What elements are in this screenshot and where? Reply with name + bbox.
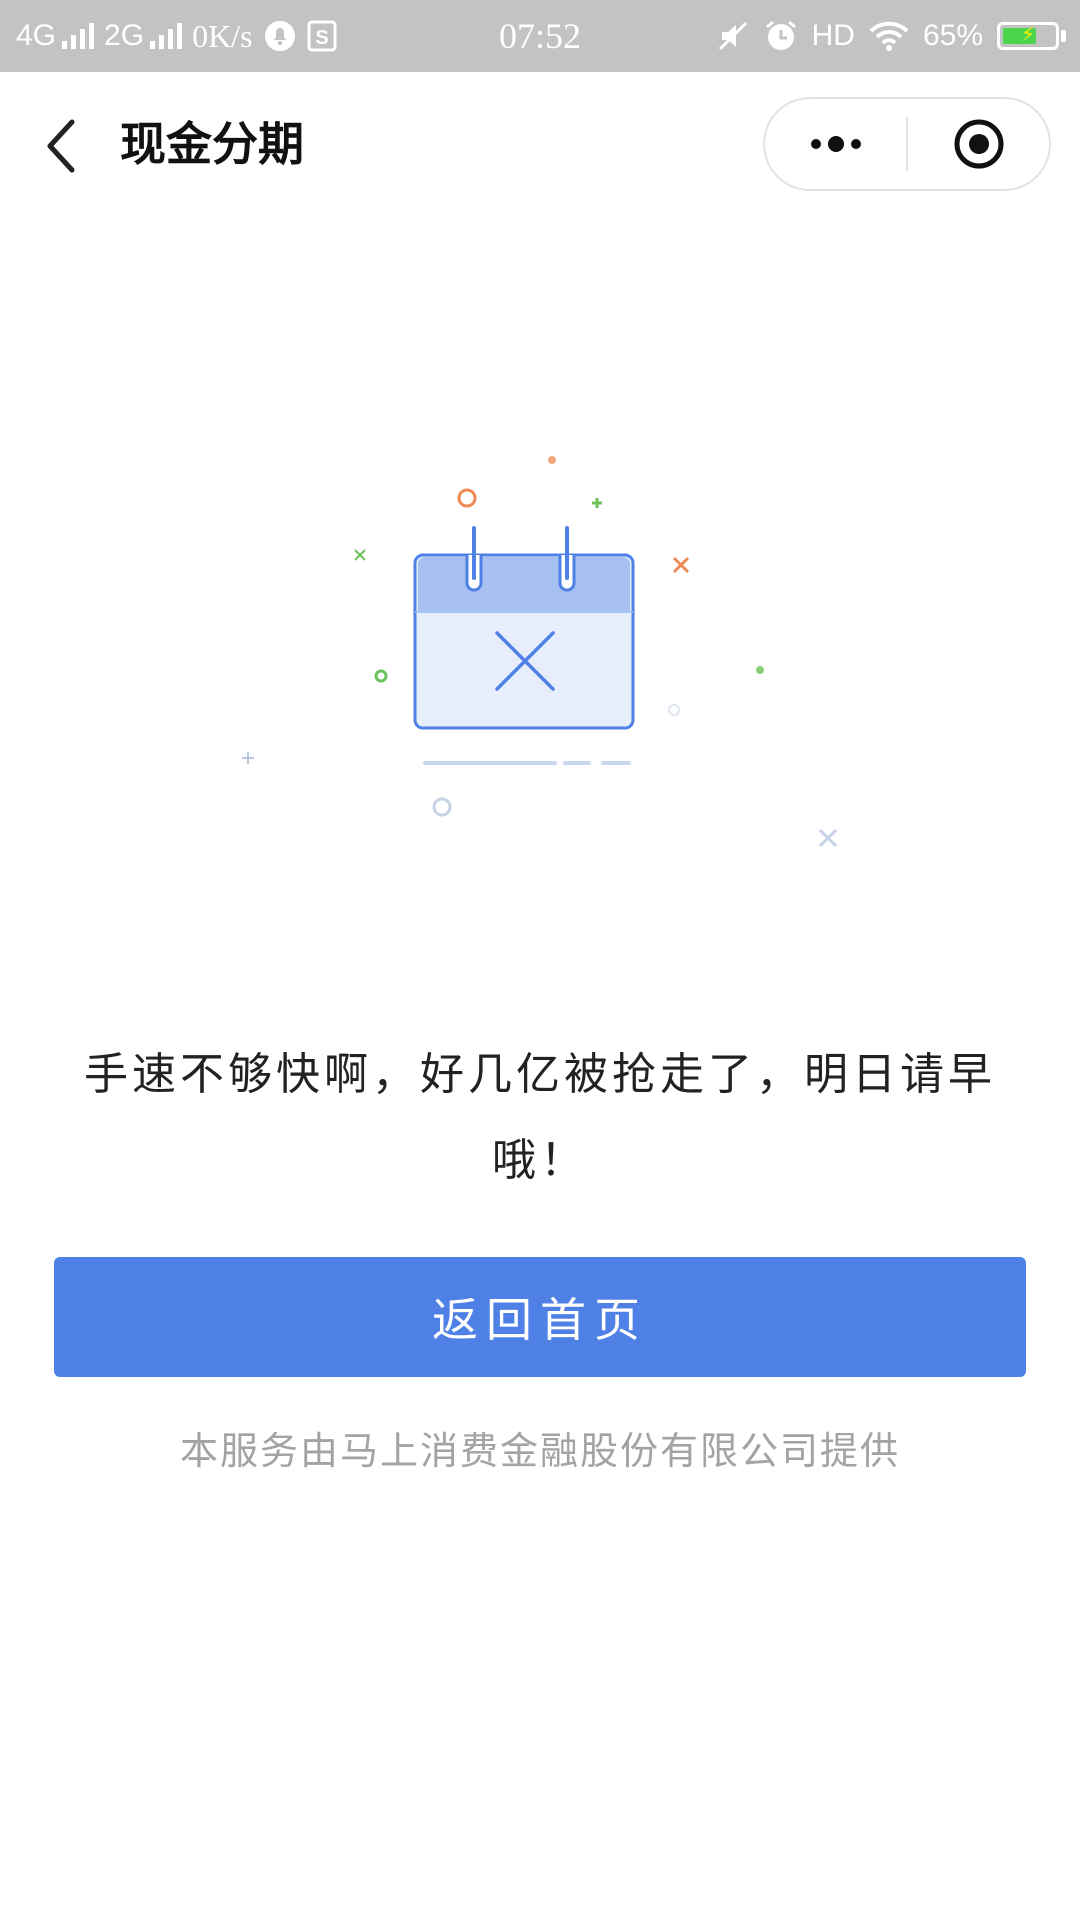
network-1-label: 4G bbox=[16, 19, 57, 52]
back-button[interactable] bbox=[30, 110, 90, 182]
decor-ring bbox=[432, 797, 452, 817]
svg-text:S: S bbox=[315, 27, 328, 49]
empty-state-message: 手速不够快啊，好几亿被抢走了，明日请早哦！ bbox=[84, 1049, 996, 1186]
decor-dot bbox=[756, 666, 764, 674]
back-arrow-icon bbox=[47, 119, 75, 173]
network-2: 2G bbox=[104, 19, 183, 53]
signal-bars-icon bbox=[62, 23, 95, 49]
status-bar: 4G 2G 0K/s S 07:52 HD 65% ⚡ bbox=[0, 0, 1080, 72]
decor-ring bbox=[374, 669, 388, 683]
wifi-icon bbox=[869, 21, 909, 51]
page-title: 现金分期 bbox=[120, 117, 304, 171]
more-dots-icon bbox=[810, 136, 861, 152]
return-home-button[interactable]: 返回首页 bbox=[54, 1257, 1026, 1377]
alarm-clock-icon bbox=[764, 19, 798, 53]
decor-cross bbox=[672, 556, 690, 574]
nav-bar: 现金分期 bbox=[0, 72, 1080, 218]
calendar-icon bbox=[413, 526, 635, 730]
status-right: HD 65% ⚡ bbox=[716, 0, 1066, 72]
decor-dot bbox=[548, 456, 556, 464]
decor-cross bbox=[354, 549, 366, 561]
decor-ring bbox=[668, 704, 680, 716]
mini-program-capsule bbox=[763, 97, 1051, 191]
decor-cross bbox=[818, 828, 838, 848]
close-target-icon bbox=[954, 119, 1003, 169]
more-button[interactable] bbox=[765, 99, 906, 189]
decor-ring bbox=[457, 488, 477, 508]
signal-bars-icon bbox=[150, 23, 183, 49]
network-2-label: 2G bbox=[104, 19, 145, 52]
close-button[interactable] bbox=[908, 99, 1049, 189]
network-1: 4G bbox=[16, 19, 95, 53]
app-s-icon: S bbox=[307, 20, 337, 52]
decor-plus bbox=[242, 752, 254, 764]
empty-calendar-illustration bbox=[242, 456, 838, 848]
battery-percent: 65% bbox=[922, 19, 983, 52]
network-speed: 0K/s bbox=[192, 17, 253, 54]
return-home-label: 返回首页 bbox=[432, 1293, 648, 1347]
notification-bell-icon bbox=[263, 19, 297, 53]
mute-icon bbox=[716, 19, 750, 53]
battery-charging-icon: ⚡ bbox=[997, 22, 1066, 50]
provider-note: 本服务由马上消费金融股份有限公司提供 bbox=[179, 1429, 900, 1473]
hd-label: HD bbox=[811, 19, 855, 52]
decor-plus bbox=[592, 498, 602, 508]
status-left: 4G 2G 0K/s S bbox=[16, 0, 337, 72]
